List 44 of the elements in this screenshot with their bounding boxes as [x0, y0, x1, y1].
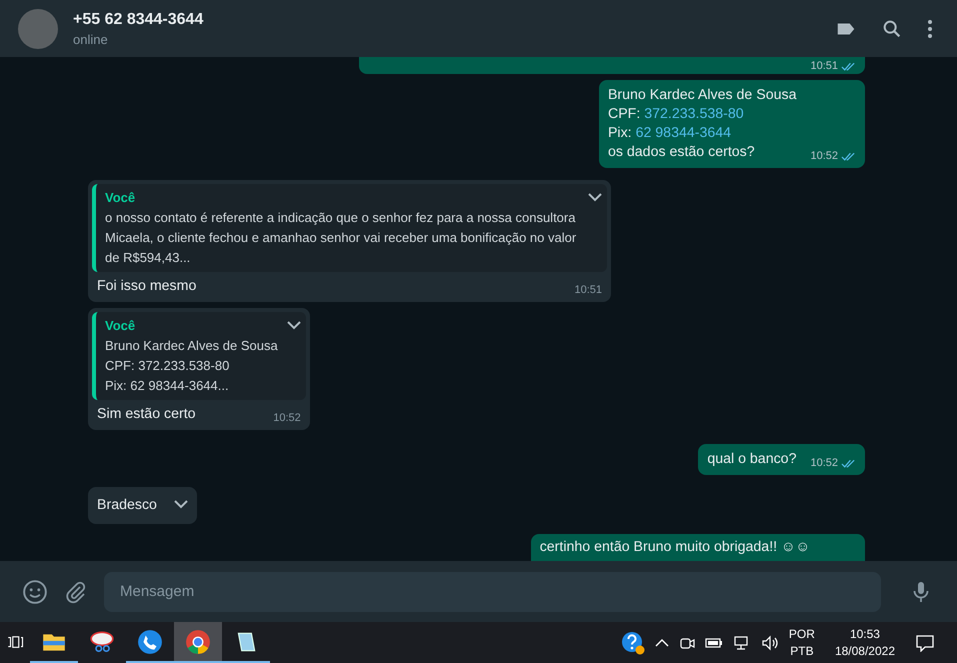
quote-author: Você	[105, 189, 136, 207]
message-text: Foi isso mesmo	[97, 277, 198, 296]
emoji-icon[interactable]	[22, 578, 48, 604]
message-text: Sim estão certo	[97, 405, 197, 424]
clock[interactable]: 10:53 18/08/2022	[834, 626, 895, 660]
message-text: qual o banco?	[707, 450, 796, 469]
language-indicator[interactable]: POR PTB	[788, 626, 815, 660]
notification-icon[interactable]	[915, 634, 935, 652]
paperclip-icon[interactable]	[64, 580, 88, 604]
phone-icon	[137, 628, 163, 654]
message-text: certinho então Bruno muito obrigada!! ☺☺	[540, 538, 810, 557]
contact-status: online	[73, 32, 109, 46]
quote-text: Bruno Kardec Alves de Sousa	[105, 337, 278, 355]
message-time: 10:52	[810, 456, 838, 471]
chevron-down-icon[interactable]	[587, 192, 603, 202]
message-text: Bradesco	[97, 496, 157, 515]
message-text: Bruno Kardec Alves de Sousa	[608, 86, 796, 105]
search-icon[interactable]	[881, 18, 903, 40]
message-link[interactable]: 372.233.538-80	[644, 106, 744, 122]
battery-icon[interactable]	[704, 636, 723, 648]
message-time: 10:51	[574, 283, 602, 298]
quoted-message[interactable]: Você o nosso contato é referente a indicação que o senhor fez para a nossa consultora Micaela, o cliente fechou e amanhao senhor vai receber uma bonificação no valor de R$594,43...	[92, 184, 607, 272]
browser-taskbar-button[interactable]	[174, 622, 222, 663]
message-link[interactable]: 62 98344-3644	[636, 125, 732, 141]
quote-text: Pix: 62 98344-3644...	[105, 377, 230, 395]
quote-text: CPF: 372.233.538-80	[105, 357, 230, 375]
message-text: CPF: 372.233.538-80	[608, 105, 745, 124]
menu-icon[interactable]	[927, 18, 933, 38]
help-icon[interactable]	[620, 630, 645, 654]
message-time: 10:52	[810, 149, 838, 164]
browser-icon	[185, 628, 211, 654]
message-text: os dados estão certos?	[608, 143, 756, 162]
message-time: 10:52	[273, 411, 301, 426]
message-time: 10:51	[810, 59, 838, 74]
message-text: Pix: 62 98344-3644	[608, 124, 732, 143]
quote-author: Você	[105, 317, 136, 335]
chevron-down-icon[interactable]	[172, 499, 189, 509]
contact-name: +55 62 8344-3644	[73, 10, 204, 28]
caret-up-icon[interactable]	[654, 638, 669, 646]
quote-text: o nosso contato é referente a indicação que o senhor fez para a nossa consultora Micaela, o cliente fechou e amanhao senhor vai receber uma bonificação no valor de R$594,43...	[105, 209, 578, 267]
chevron-down-icon[interactable]	[286, 320, 302, 330]
message-input[interactable]: Mensagem	[104, 572, 881, 612]
volume-icon[interactable]	[760, 634, 779, 650]
quoted-message[interactable]: Você Bruno Kardec Alves de Sousa CPF: 372.233.538-80 Pix: 62 98344-3644...	[92, 312, 306, 400]
